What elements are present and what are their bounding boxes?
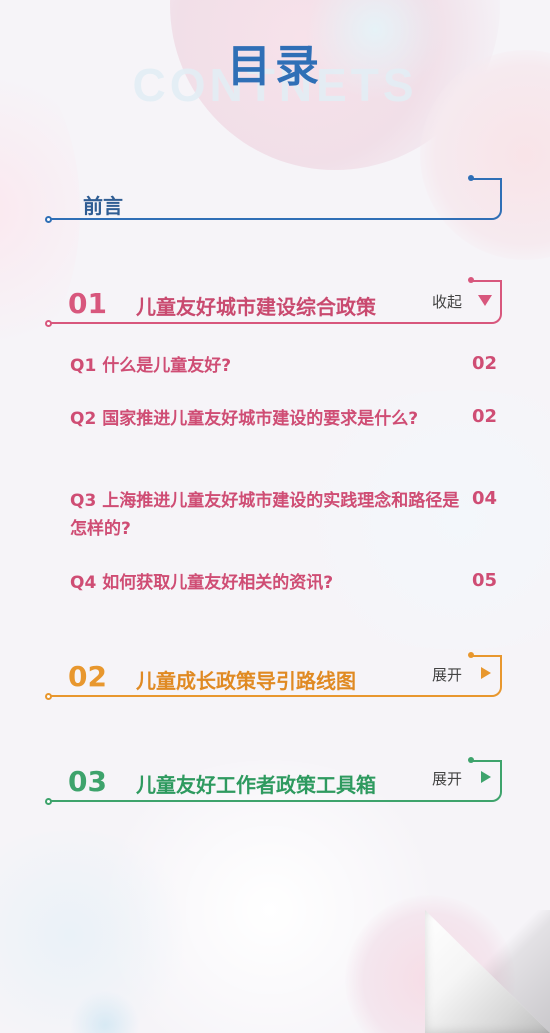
- frame-start-dot: [45, 320, 52, 327]
- section-number: 03: [68, 765, 107, 798]
- toc-question-item[interactable]: Q4 如何获取儿童友好相关的资讯?: [70, 569, 465, 597]
- section-number: 01: [68, 287, 107, 320]
- frame-top-tick: [471, 655, 502, 657]
- triangle-down-icon[interactable]: [478, 295, 492, 306]
- frame-end-dot: [468, 652, 474, 658]
- frame-end-dot: [468, 277, 474, 283]
- triangle-right-icon[interactable]: [481, 771, 491, 783]
- toc-page-number: 02: [472, 353, 498, 374]
- expand-button[interactable]: 展开: [432, 664, 462, 685]
- toc-page-number: 02: [472, 406, 498, 427]
- section-title[interactable]: 儿童友好工作者政策工具箱: [136, 769, 376, 798]
- expand-button[interactable]: 展开: [432, 768, 462, 789]
- section-title[interactable]: 儿童友好城市建设综合政策: [136, 291, 376, 320]
- frame-end-dot: [468, 175, 474, 181]
- frame-start-dot: [45, 798, 52, 805]
- toc-question-item[interactable]: Q1 什么是儿童友好?: [70, 352, 465, 380]
- frame-start-dot: [45, 693, 52, 700]
- toc-page-number: 04: [472, 488, 498, 509]
- frame-top-tick: [471, 178, 502, 180]
- frame-start-dot: [45, 216, 52, 223]
- preface-link[interactable]: 前言: [83, 190, 123, 219]
- collapse-button[interactable]: 收起: [432, 291, 462, 312]
- toc-question-item[interactable]: Q2 国家推进儿童友好城市建设的要求是什么?: [70, 405, 465, 433]
- toc-question-item[interactable]: Q3 上海推进儿童友好城市建设的实践理念和路径是怎样的?: [70, 487, 465, 543]
- frame-top-tick: [471, 280, 502, 282]
- page-title: 目录: [227, 41, 323, 92]
- section-number: 02: [68, 660, 107, 693]
- frame-end-dot: [468, 757, 474, 763]
- section-title[interactable]: 儿童成长政策导引路线图: [136, 665, 356, 694]
- toc-page-number: 05: [472, 570, 498, 591]
- frame-top-tick: [471, 760, 502, 762]
- triangle-right-icon[interactable]: [481, 667, 491, 679]
